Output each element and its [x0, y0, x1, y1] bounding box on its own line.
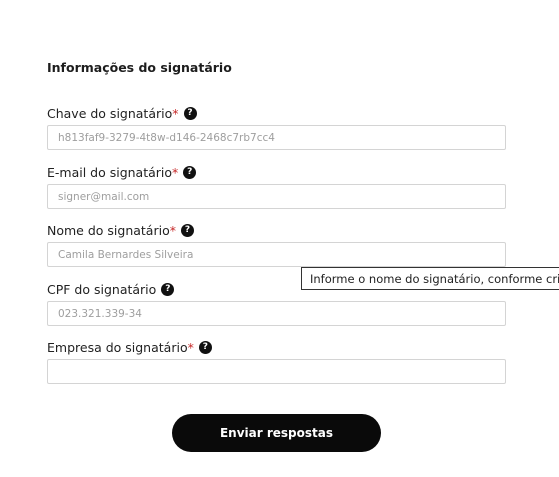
- field-label: E-mail do signatário: [47, 164, 173, 180]
- submit-button[interactable]: Enviar respostas: [172, 414, 381, 452]
- help-icon[interactable]: ?: [180, 223, 194, 237]
- page-title: Informações do signatário: [47, 60, 232, 75]
- required-marker: *: [172, 164, 179, 180]
- chave-input[interactable]: h813faf9-3279-4t8w-d146-2468c7rb7cc4: [47, 125, 506, 150]
- field-empresa: Empresa do signatário * ?: [47, 338, 506, 384]
- empresa-input[interactable]: [47, 359, 506, 384]
- help-icon[interactable]: ?: [198, 340, 212, 354]
- required-marker: *: [172, 105, 179, 121]
- cpf-input[interactable]: 023.321.339-34: [47, 301, 506, 326]
- required-marker: *: [187, 339, 194, 355]
- nome-input[interactable]: Camila Bernardes Silveira: [47, 242, 506, 267]
- field-label: CPF do signatário: [47, 281, 157, 297]
- required-marker: *: [169, 222, 176, 238]
- field-label: Chave do signatário: [47, 105, 173, 121]
- tooltip: Informe o nome do signatário, conforme c…: [301, 267, 559, 290]
- field-label: Empresa do signatário: [47, 339, 188, 355]
- help-icon[interactable]: ?: [183, 106, 197, 120]
- field-chave: Chave do signatário * ? h813faf9-3279-4t8…: [47, 104, 506, 150]
- field-label: Nome do signatário: [47, 222, 170, 238]
- help-icon[interactable]: ?: [183, 165, 197, 179]
- field-nome: Nome do signatário * ? Camila Bernardes S…: [47, 221, 506, 267]
- email-input[interactable]: signer@mail.com: [47, 184, 506, 209]
- help-icon[interactable]: ?: [161, 282, 175, 296]
- field-email: E-mail do signatário * ? signer@mail.com: [47, 163, 506, 209]
